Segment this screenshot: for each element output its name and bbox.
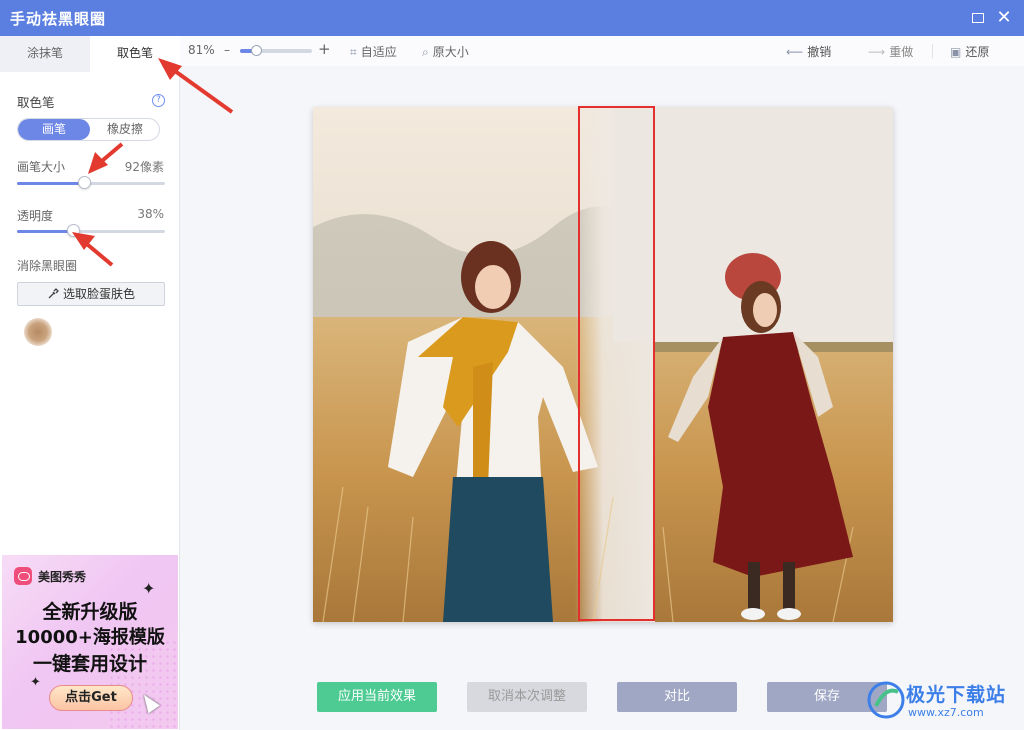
toolbar: 81% – + ⌗ 自适应 ⌕ 原大小 ⟵ 撤销 ⟶ 重做 ▣ 还原	[180, 36, 1024, 66]
window-title: 手动祛黑眼圈	[10, 10, 107, 28]
mode-toggle: 画笔 橡皮擦	[17, 118, 160, 141]
tab-color-picker-pen[interactable]: 取色笔	[90, 36, 180, 72]
maximize-icon	[972, 13, 984, 23]
magnifier-icon: ⌕	[422, 45, 429, 59]
compare-button[interactable]: 对比	[617, 682, 737, 712]
brush-mode-button[interactable]: 画笔	[18, 119, 90, 140]
tool-tabs: 涂抹笔 取色笔	[0, 36, 180, 72]
tab-smudge-pen[interactable]: 涂抹笔	[0, 36, 90, 72]
undo-label: 撤销	[807, 45, 832, 59]
watermark-url: www.xz7.com	[908, 706, 984, 719]
selection-box	[578, 106, 655, 621]
brush-size-slider[interactable]	[17, 176, 165, 190]
meitu-logo-icon	[14, 567, 32, 585]
close-button[interactable]: ✕	[994, 8, 1014, 28]
restore-label: 还原	[965, 45, 990, 59]
zoom-slider[interactable]	[240, 45, 312, 56]
redo-label: 重做	[889, 45, 914, 59]
ad-subline: 10000+海报模版	[15, 627, 165, 648]
pick-skin-color-label: 选取脸蛋肤色	[62, 287, 135, 301]
opacity-value: 38%	[137, 207, 164, 221]
opacity-slider[interactable]	[17, 224, 165, 238]
fit-label: 自适应	[360, 45, 397, 59]
fit-button[interactable]: ⌗ 自适应	[350, 43, 397, 60]
close-icon: ✕	[996, 7, 1012, 28]
eyedropper-icon	[48, 288, 59, 299]
apply-effect-button[interactable]: 应用当前效果	[317, 682, 437, 712]
brush-size-value: 92像素	[124, 160, 164, 174]
sparkle-icon: ✦	[142, 579, 156, 598]
watermark-name: 极光下载站	[906, 684, 1007, 706]
undo-button[interactable]: ⟵ 撤销	[786, 43, 831, 60]
remove-section-label: 消除黑眼圈	[17, 259, 78, 273]
fit-icon: ⌗	[350, 45, 357, 59]
zoom-value: 81%	[188, 43, 215, 57]
redo-button[interactable]: ⟶ 重做	[868, 43, 913, 60]
sparkle-icon: ✦	[30, 675, 41, 690]
title-bar: 手动祛黑眼圈 ✕	[0, 0, 1024, 36]
slider-knob[interactable]	[77, 176, 91, 189]
pick-skin-color-button[interactable]: 选取脸蛋肤色	[17, 282, 165, 306]
ad-brand: 美图秀秀	[38, 570, 87, 584]
watermark-logo-icon	[867, 681, 905, 719]
zoom-in-button[interactable]: +	[318, 40, 331, 58]
cancel-adjustment-button[interactable]: 取消本次调整	[467, 682, 587, 712]
original-size-button[interactable]: ⌕ 原大小	[422, 43, 469, 60]
promo-banner[interactable]: 美图秀秀 ✦ 全新升级版 10000+海报模版 一键套用设计 ✦ 点击Get	[2, 555, 178, 729]
ad-cta-button[interactable]: 点击Get	[49, 685, 133, 711]
zoom-out-button[interactable]: –	[224, 43, 230, 57]
maximize-button[interactable]	[968, 8, 988, 28]
editing-canvas: 应用当前效果 取消本次调整 对比 保存	[180, 66, 1024, 730]
ad-headline: 全新升级版	[42, 601, 138, 623]
toolbar-divider	[932, 44, 933, 58]
image-icon: ▣	[950, 45, 962, 59]
undo-arrow-icon: ⟵	[786, 45, 804, 59]
skin-color-swatch	[24, 318, 52, 346]
ad-tagline: 一键套用设计	[32, 653, 147, 675]
help-icon[interactable]: ?	[152, 94, 165, 107]
original-size-label: 原大小	[432, 45, 469, 59]
eraser-mode-button[interactable]: 橡皮擦	[90, 119, 159, 140]
watermark: 极光下载站 www.xz7.com	[862, 676, 1024, 730]
zoom-slider-knob[interactable]	[250, 45, 262, 56]
slider-knob[interactable]	[67, 224, 81, 237]
restore-button[interactable]: ▣ 还原	[950, 43, 989, 60]
sidebar: 涂抹笔 取色笔 取色笔 ? 画笔 橡皮擦 画笔大小 92像素 透明度 38% 消…	[0, 36, 180, 730]
opacity-label: 透明度	[17, 209, 54, 223]
redo-arrow-icon: ⟶	[868, 45, 886, 59]
section-title: 取色笔	[17, 95, 55, 110]
brush-size-label: 画笔大小	[17, 160, 66, 174]
